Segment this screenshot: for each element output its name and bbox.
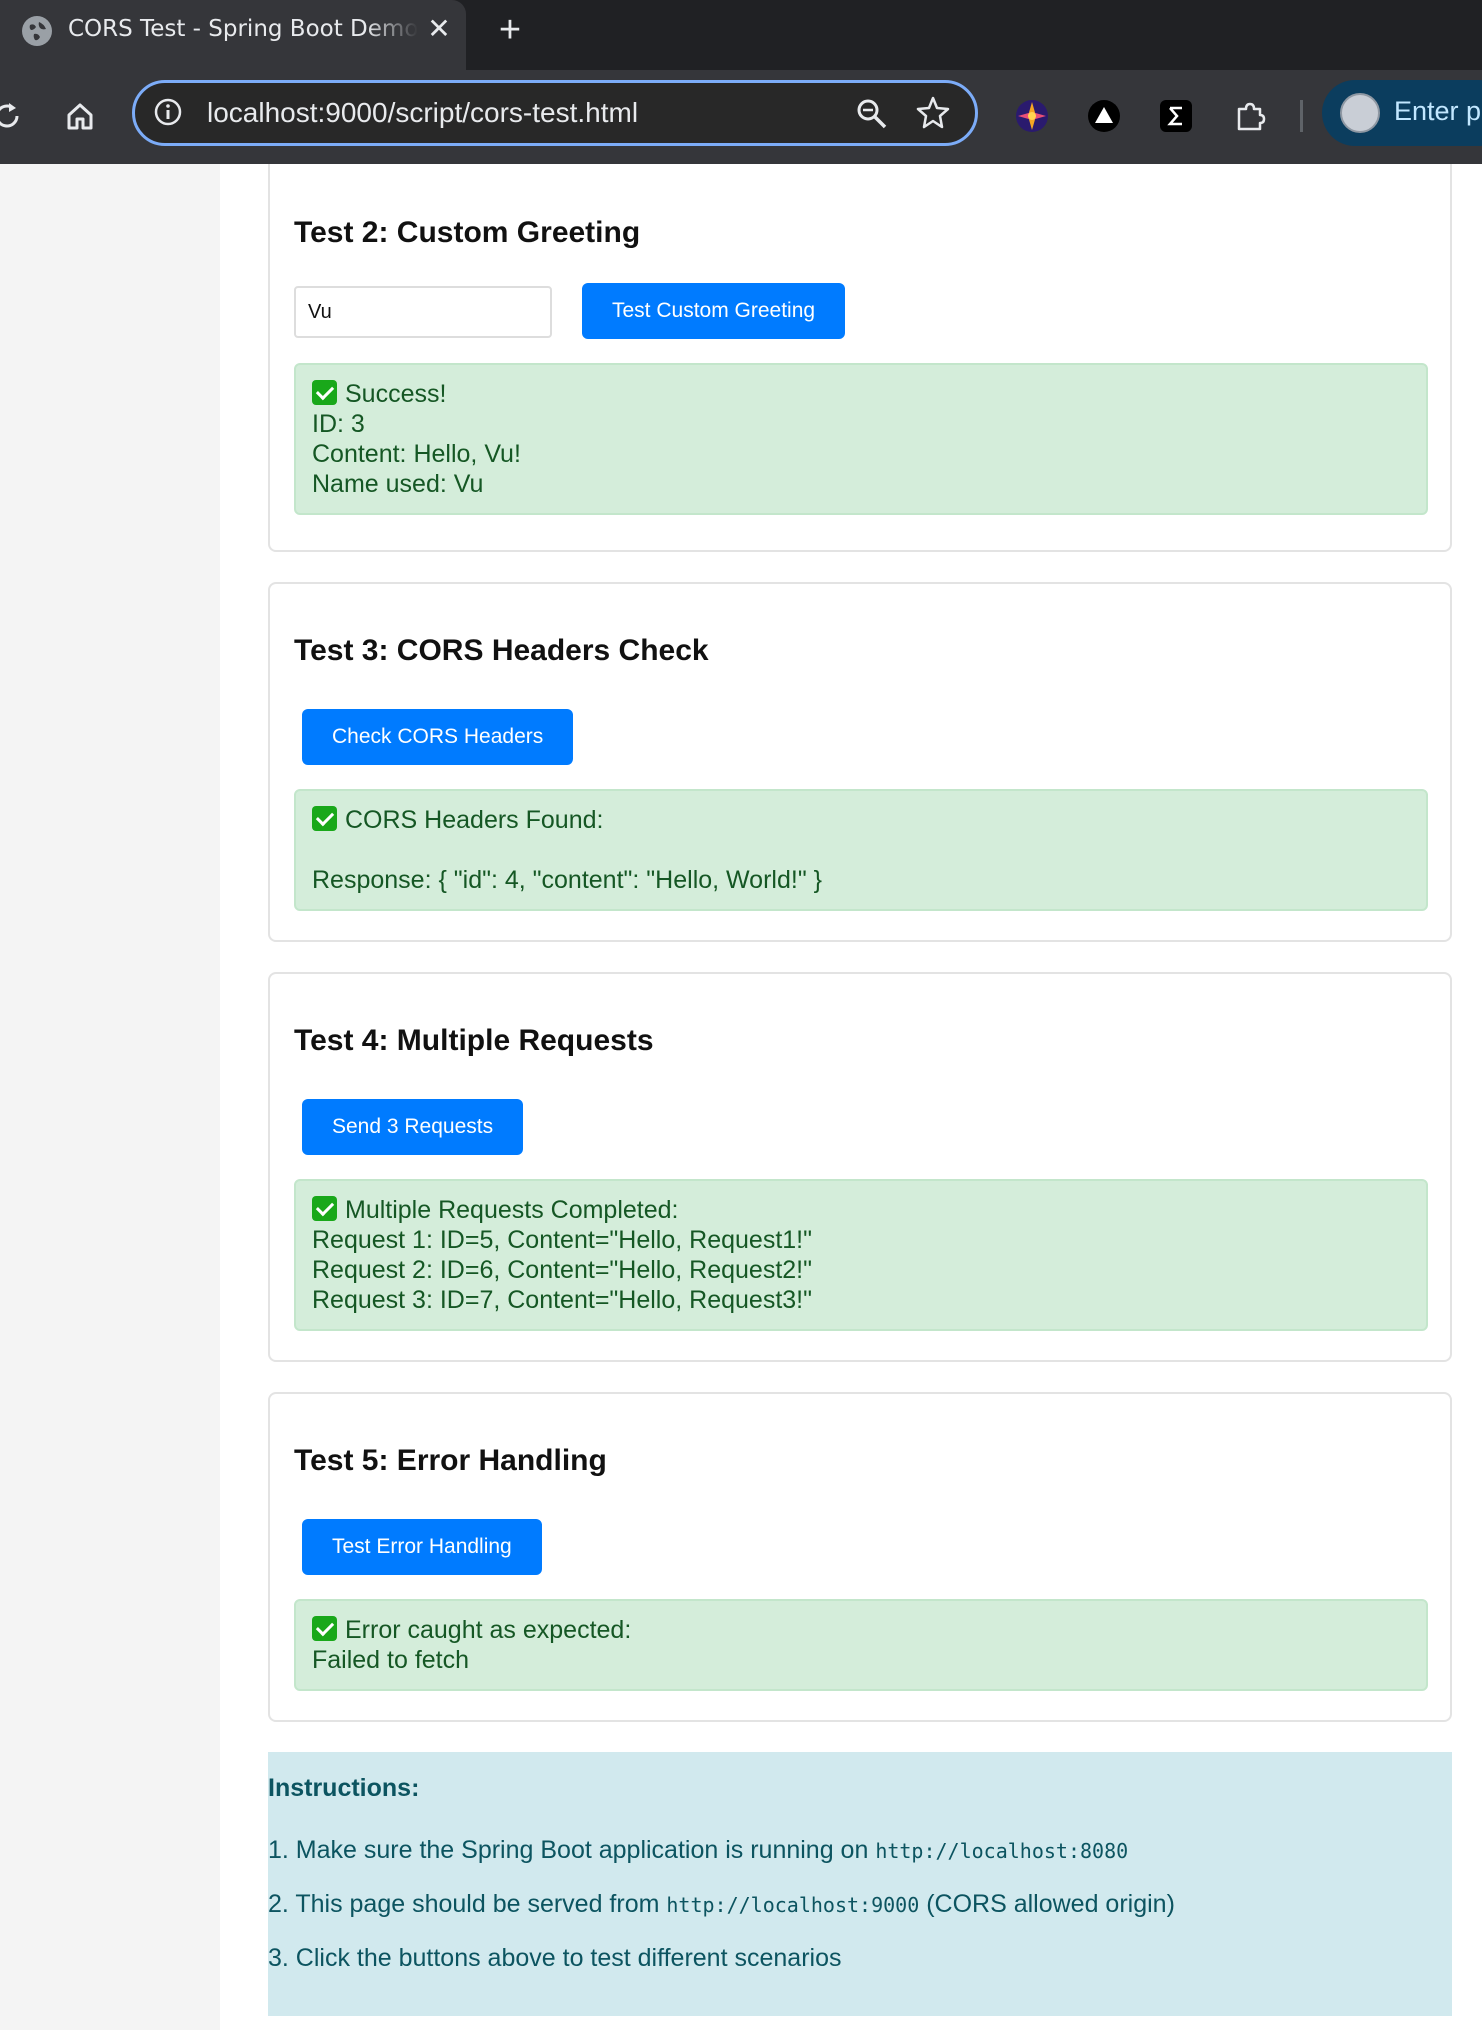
tab-title: CORS Test - Spring Boot Demo xyxy=(68,16,418,42)
test2-section: Test 2: Custom Greeting Test Custom Gree… xyxy=(268,164,1452,552)
test2-result-line: ID: 3 xyxy=(312,410,365,438)
test3-section: Test 3: CORS Headers Check Check CORS He… xyxy=(268,582,1452,942)
zoom-icon[interactable] xyxy=(855,97,889,136)
home-icon[interactable] xyxy=(58,94,102,138)
profile-button[interactable]: Enter p xyxy=(1322,80,1482,146)
origin-url: http://localhost:9000 xyxy=(666,1893,920,1917)
test3-result-line: Response: { "id": 4, "content": "Hello, … xyxy=(312,866,822,894)
test4-result-heading: Multiple Requests Completed: xyxy=(312,1195,1410,1225)
backend-url: http://localhost:8080 xyxy=(875,1839,1129,1863)
info-icon[interactable] xyxy=(153,97,183,132)
toolbar-divider xyxy=(1300,100,1303,132)
active-tab[interactable]: CORS Test - Spring Boot Demo ✕ xyxy=(0,0,466,70)
star-icon[interactable] xyxy=(915,95,951,136)
test4-result: Multiple Requests Completed: Request 1: … xyxy=(294,1179,1428,1331)
browser-toolbar: localhost:9000/script/cors-test.html Ent… xyxy=(0,70,1482,164)
test5-title: Test 5: Error Handling xyxy=(294,1444,607,1477)
test2-title: Test 2: Custom Greeting xyxy=(294,216,641,249)
test5-result-heading: Error caught as expected: xyxy=(312,1615,1410,1645)
instructions-title: Instructions: xyxy=(268,1774,420,1802)
sigma-extension-icon[interactable] xyxy=(1154,94,1198,138)
test2-result-heading: Success! xyxy=(312,379,1410,409)
globe-icon xyxy=(22,16,52,46)
page-container: Test 2: Custom Greeting Test Custom Gree… xyxy=(220,164,1482,2030)
new-tab-button[interactable]: + xyxy=(490,10,530,50)
url-text[interactable]: localhost:9000/script/cors-test.html xyxy=(207,97,638,129)
profile-label: Enter p xyxy=(1394,96,1482,126)
page-viewport: Test 2: Custom Greeting Test Custom Gree… xyxy=(0,164,1482,2030)
check-mark-icon xyxy=(312,1616,337,1641)
test3-title: Test 3: CORS Headers Check xyxy=(294,634,709,667)
test4-result-line: Request 2: ID=6, Content="Hello, Request… xyxy=(312,1256,812,1284)
test2-result-line: Content: Hello, Vu! xyxy=(312,440,521,468)
test4-section: Test 4: Multiple Requests Send 3 Request… xyxy=(268,972,1452,1362)
check-cors-headers-button[interactable]: Check CORS Headers xyxy=(302,709,574,765)
send-3-requests-button[interactable]: Send 3 Requests xyxy=(302,1099,524,1155)
check-mark-icon xyxy=(312,806,337,831)
instruction-step-3: 3. Click the buttons above to test diffe… xyxy=(268,1944,842,1972)
instructions-panel: Instructions: 1. Make sure the Spring Bo… xyxy=(268,1752,1452,2016)
test5-section: Test 5: Error Handling Test Error Handli… xyxy=(268,1392,1452,1722)
test-error-handling-button[interactable]: Test Error Handling xyxy=(302,1519,542,1575)
address-bar[interactable]: localhost:9000/script/cors-test.html xyxy=(132,80,978,146)
test4-result-line: Request 3: ID=7, Content="Hello, Request… xyxy=(312,1286,812,1314)
test5-result-line: Failed to fetch xyxy=(312,1646,470,1674)
test3-result: CORS Headers Found: Response: { "id": 4,… xyxy=(294,789,1428,911)
test4-result-line: Request 1: ID=5, Content="Hello, Request… xyxy=(312,1226,812,1254)
test-custom-greeting-button[interactable]: Test Custom Greeting xyxy=(582,283,846,339)
test3-result-heading: CORS Headers Found: xyxy=(312,805,1410,835)
test2-result: Success! ID: 3 Content: Hello, Vu! Name … xyxy=(294,363,1428,515)
name-input[interactable] xyxy=(294,286,552,338)
colorful-extension-icon[interactable] xyxy=(1010,94,1054,138)
tab-strip: CORS Test - Spring Boot Demo ✕ + xyxy=(0,0,1482,70)
check-mark-icon xyxy=(312,1196,337,1221)
close-tab-icon[interactable]: ✕ xyxy=(424,12,454,46)
instruction-step-1: 1. Make sure the Spring Boot application… xyxy=(268,1836,1129,1864)
test2-result-line: Name used: Vu xyxy=(312,470,484,498)
check-mark-icon xyxy=(312,380,337,405)
test4-title: Test 4: Multiple Requests xyxy=(294,1024,654,1057)
puzzle-icon[interactable] xyxy=(1228,94,1272,138)
avatar xyxy=(1340,93,1380,133)
test5-result: Error caught as expected: Failed to fetc… xyxy=(294,1599,1428,1691)
reload-icon[interactable] xyxy=(0,94,30,138)
triangle-extension-icon[interactable] xyxy=(1082,94,1126,138)
instruction-step-2: 2. This page should be served from http:… xyxy=(268,1890,1175,1918)
